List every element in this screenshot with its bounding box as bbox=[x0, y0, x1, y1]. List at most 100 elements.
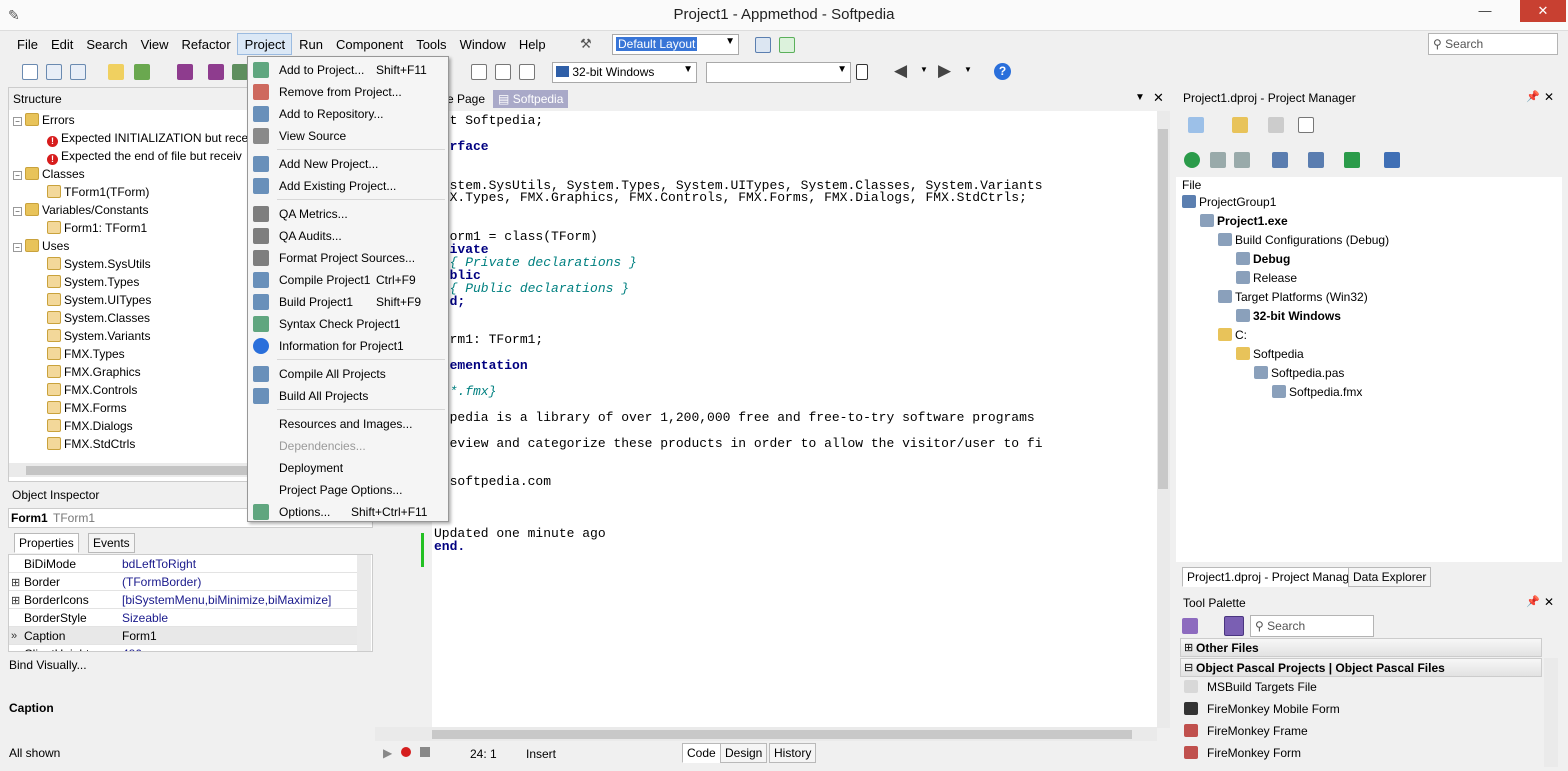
close-icon[interactable]: ✕ bbox=[1544, 90, 1554, 104]
property-vscroll[interactable] bbox=[357, 555, 371, 651]
save-icon[interactable] bbox=[177, 64, 193, 80]
select-pointer-icon[interactable] bbox=[1224, 616, 1244, 636]
structure-item[interactable]: FMX.Dialogs bbox=[47, 419, 133, 433]
tab-history[interactable]: History bbox=[769, 743, 817, 763]
property-value[interactable]: bdLeftToRight bbox=[122, 557, 196, 571]
view-unit-icon[interactable] bbox=[495, 64, 511, 80]
menu-edit[interactable]: Edit bbox=[44, 34, 79, 54]
category-object-pascal[interactable]: ⊟ Object Pascal Projects | Object Pascal… bbox=[1180, 658, 1542, 677]
project-tree-item[interactable]: ProjectGroup1 bbox=[1182, 195, 1276, 209]
toggle-form-unit-icon[interactable] bbox=[471, 64, 487, 80]
tab-dropdown-icon[interactable]: ▼ bbox=[1135, 92, 1145, 103]
menu-item[interactable]: Add New Project... bbox=[248, 153, 448, 175]
sync-icon[interactable] bbox=[1184, 152, 1200, 168]
ide-search-input[interactable]: ⚲ Search bbox=[1428, 33, 1558, 55]
project-tree-item[interactable]: Target Platforms (Win32) bbox=[1218, 290, 1368, 304]
collapse-icon[interactable]: − bbox=[13, 171, 22, 180]
device-icon[interactable] bbox=[856, 64, 868, 80]
structure-item[interactable]: FMX.Controls bbox=[47, 383, 137, 397]
stop-macro-icon[interactable] bbox=[420, 747, 430, 757]
structure-item[interactable]: − Classes bbox=[13, 167, 85, 181]
palette-item[interactable]: FireMonkey Frame bbox=[1184, 724, 1308, 738]
structure-item[interactable]: TForm1(TForm) bbox=[47, 185, 149, 199]
wrench-icon[interactable]: ⚒ bbox=[580, 36, 592, 52]
editor-hscroll[interactable] bbox=[375, 727, 1157, 741]
property-value[interactable]: Form1 bbox=[122, 629, 157, 643]
structure-item[interactable]: FMX.Forms bbox=[47, 401, 127, 415]
structure-item[interactable]: FMX.Graphics bbox=[47, 365, 141, 379]
menu-item[interactable]: Compile Project1 Ctrl+F9 bbox=[248, 269, 448, 291]
structure-item[interactable]: System.UITypes bbox=[47, 293, 151, 307]
back-arrow-icon[interactable]: ◀ bbox=[894, 61, 907, 81]
property-row[interactable]: » Caption Form1 bbox=[9, 627, 357, 645]
project-tree-item[interactable]: Debug bbox=[1236, 252, 1290, 266]
tab-softpedia[interactable]: ▤ Softpedia bbox=[493, 90, 569, 108]
menu-item[interactable]: Compile All Projects bbox=[248, 363, 448, 385]
set-debug-desktop-icon[interactable] bbox=[779, 37, 795, 53]
bind-visually-link[interactable]: Bind Visually... bbox=[9, 658, 87, 672]
tab-welcome-page[interactable]: e Page bbox=[447, 92, 485, 106]
property-value[interactable]: [biSystemMenu,biMinimize,biMaximize] bbox=[122, 593, 331, 607]
menu-item[interactable]: Options... Shift+Ctrl+F11 bbox=[248, 501, 448, 523]
property-row[interactable]: ClientHeight 480 bbox=[9, 645, 357, 651]
chevron-down-icon[interactable]: ▼ bbox=[920, 65, 928, 74]
menu-view[interactable]: View bbox=[134, 34, 175, 54]
property-row[interactable]: BorderStyle Sizeable bbox=[9, 609, 357, 627]
structure-item[interactable]: − Errors bbox=[13, 113, 75, 127]
collapse-icon[interactable]: − bbox=[13, 207, 22, 216]
play-macro-icon[interactable]: ▶ bbox=[383, 746, 392, 760]
open-recent-icon[interactable] bbox=[134, 64, 150, 80]
minimize-button[interactable]: — bbox=[1470, 0, 1500, 22]
structure-item[interactable]: System.SysUtils bbox=[47, 257, 151, 271]
menu-item[interactable]: Resources and Images... bbox=[248, 413, 448, 435]
open-icon[interactable] bbox=[46, 64, 62, 80]
property-row[interactable]: ⊞ Border (TFormBorder) bbox=[9, 573, 357, 591]
view-icon[interactable] bbox=[1298, 117, 1314, 133]
palette-search-input[interactable]: ⚲ Search bbox=[1250, 615, 1374, 637]
menu-component[interactable]: Component bbox=[329, 34, 409, 54]
property-value[interactable]: Sizeable bbox=[122, 611, 168, 625]
scroll-thumb[interactable] bbox=[1158, 129, 1168, 489]
code-editor[interactable]: nit Softpedia;terfaceesSystem.SysUtils, … bbox=[432, 111, 1157, 728]
category-other-files[interactable]: ⊞ Other Files bbox=[1180, 638, 1542, 657]
configuration-combo[interactable]: ▼ bbox=[706, 62, 851, 83]
pin-icon[interactable]: 📌 bbox=[1526, 595, 1540, 608]
categories-icon[interactable] bbox=[1182, 618, 1198, 634]
platform-icon[interactable] bbox=[1384, 152, 1400, 168]
menu-item[interactable]: QA Audits... bbox=[248, 225, 448, 247]
property-value[interactable]: (TFormBorder) bbox=[122, 575, 201, 589]
palette-vscroll[interactable] bbox=[1544, 658, 1558, 767]
editor-vscroll[interactable] bbox=[1157, 111, 1170, 728]
view-form-icon[interactable] bbox=[519, 64, 535, 80]
menu-item[interactable]: View Source bbox=[248, 125, 448, 147]
project-tree-item[interactable]: Build Configurations (Debug) bbox=[1218, 233, 1389, 247]
scroll-thumb[interactable] bbox=[432, 730, 1132, 739]
menu-item[interactable]: Add to Project... Shift+F11 bbox=[248, 59, 448, 81]
help-icon[interactable]: ? bbox=[994, 63, 1011, 80]
structure-item[interactable]: − Variables/Constants bbox=[13, 203, 149, 217]
menu-refactor[interactable]: Refactor bbox=[175, 34, 237, 54]
record-macro-icon[interactable] bbox=[401, 747, 411, 757]
structure-item[interactable]: ! Expected the end of file but receiv bbox=[47, 149, 242, 165]
add-new-icon[interactable] bbox=[1188, 117, 1204, 133]
add-existing-icon[interactable] bbox=[1232, 117, 1248, 133]
project-tree-item[interactable]: Release bbox=[1236, 271, 1297, 285]
palette-item[interactable]: MSBuild Targets File bbox=[1184, 680, 1317, 694]
menu-item[interactable]: Deployment bbox=[248, 457, 448, 479]
expand-icon[interactable] bbox=[1210, 152, 1226, 168]
tab-events[interactable]: Events bbox=[88, 533, 135, 553]
close-button[interactable]: ✕ bbox=[1520, 0, 1566, 22]
tab-project-manager[interactable]: Project1.dproj - Project Manager bbox=[1182, 567, 1365, 587]
structure-item[interactable]: Form1: TForm1 bbox=[47, 221, 147, 235]
close-icon[interactable]: ✕ bbox=[1544, 595, 1554, 609]
sort-icon[interactable] bbox=[1272, 152, 1288, 168]
structure-item[interactable]: FMX.StdCtrls bbox=[47, 437, 135, 451]
menu-item[interactable]: Build Project1 Shift+F9 bbox=[248, 291, 448, 313]
save-all-icon[interactable] bbox=[208, 64, 224, 80]
menu-item[interactable]: Information for Project1 bbox=[248, 335, 448, 357]
structure-item[interactable]: System.Classes bbox=[47, 311, 150, 325]
menu-run[interactable]: Run bbox=[292, 34, 329, 54]
menu-item[interactable]: Syntax Check Project1 bbox=[248, 313, 448, 335]
menu-item[interactable]: Build All Projects bbox=[248, 385, 448, 407]
project-tree-item[interactable]: Softpedia bbox=[1236, 347, 1304, 361]
